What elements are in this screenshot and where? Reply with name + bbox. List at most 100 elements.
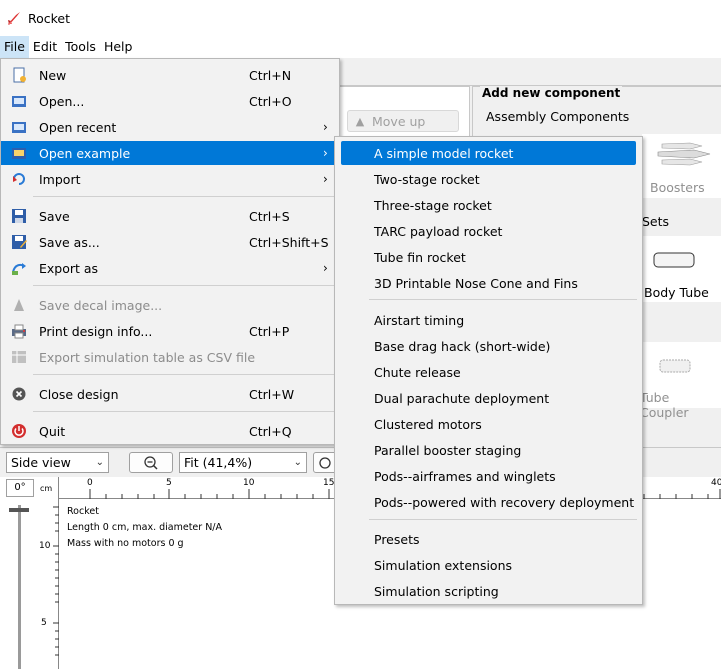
new-file-icon bbox=[13, 67, 26, 83]
example-item[interactable]: Three-stage rocket bbox=[341, 193, 636, 217]
open-example-submenu: A simple model rocket Two-stage rocket T… bbox=[334, 136, 643, 605]
design-mass: Mass with no motors 0 g bbox=[67, 538, 184, 549]
menu-help[interactable]: Help bbox=[100, 36, 137, 58]
export-icon bbox=[12, 263, 26, 275]
menu-file[interactable]: File bbox=[0, 36, 29, 58]
quit-icon bbox=[12, 424, 26, 438]
menu-item-import[interactable]: Import › bbox=[1, 167, 339, 191]
hruler-tick-label: 10 bbox=[243, 478, 255, 488]
open-folder-icon bbox=[12, 96, 26, 107]
example-item[interactable]: Simulation extensions bbox=[341, 553, 636, 577]
zoom-out-icon bbox=[144, 455, 158, 470]
title-bar: Rocket bbox=[0, 0, 721, 36]
hruler-tick-label: 40 bbox=[711, 478, 721, 488]
open-example-icon bbox=[12, 148, 26, 159]
hruler-tick-label: 0 bbox=[87, 478, 93, 488]
menu-item-save-as[interactable]: Save as... Ctrl+Shift+S bbox=[1, 230, 339, 254]
example-item[interactable]: Airstart timing bbox=[341, 308, 636, 332]
menu-item-export-as[interactable]: Export as › bbox=[1, 256, 339, 280]
boosters-icon bbox=[657, 142, 711, 166]
menu-item-new[interactable]: New Ctrl+N bbox=[1, 63, 339, 87]
menu-item-save[interactable]: Save Ctrl+S bbox=[1, 204, 339, 228]
body-tube-icon bbox=[653, 252, 695, 268]
menu-item-open-recent[interactable]: Open recent › bbox=[1, 115, 339, 139]
chevron-right-icon: › bbox=[323, 172, 328, 186]
save-icon bbox=[12, 209, 26, 223]
hruler-tick-label: 5 bbox=[166, 478, 172, 488]
menu-item-quit[interactable]: Quit Ctrl+Q bbox=[1, 419, 339, 443]
tab-strip bbox=[338, 58, 721, 86]
add-component-title: Add new component bbox=[480, 86, 623, 100]
example-item[interactable]: Two-stage rocket bbox=[341, 167, 636, 191]
import-icon bbox=[13, 173, 25, 185]
example-item[interactable]: 3D Printable Nose Cone and Fins bbox=[341, 271, 636, 295]
tube-coupler-icon bbox=[659, 359, 691, 373]
zoom-out-button[interactable] bbox=[129, 452, 173, 473]
example-item[interactable]: Pods--airframes and winglets bbox=[341, 464, 636, 488]
zoom-value: Fit (41,4%) bbox=[184, 455, 253, 470]
boosters-label: Boosters bbox=[650, 180, 705, 195]
example-item[interactable]: A simple model rocket bbox=[341, 141, 636, 165]
angle-readout: 0° bbox=[6, 479, 34, 497]
vruler-tick-label: 10 bbox=[39, 541, 51, 551]
menu-separator bbox=[33, 411, 337, 412]
window-title: Rocket bbox=[28, 10, 71, 26]
table-icon bbox=[12, 351, 26, 363]
vruler-tick-label: 5 bbox=[41, 618, 47, 628]
unit-label: cm bbox=[40, 484, 53, 493]
example-item[interactable]: Presets bbox=[341, 527, 636, 551]
assembly-components-label: Assembly Components bbox=[486, 109, 630, 124]
menu-item-export-csv[interactable]: Export simulation table as CSV file bbox=[1, 345, 339, 369]
move-up-label: Move up bbox=[372, 113, 426, 129]
chevron-right-icon: › bbox=[323, 146, 328, 160]
vertical-ruler: 10 5 bbox=[37, 477, 59, 669]
menu-item-print-design-info[interactable]: Print design info... Ctrl+P bbox=[1, 319, 339, 343]
example-item[interactable]: Parallel booster staging bbox=[341, 438, 636, 462]
example-item[interactable]: Tube fin rocket bbox=[341, 245, 636, 269]
tube-coupler-label: Tube Coupler bbox=[640, 390, 689, 420]
zoom-select[interactable]: Fit (41,4%) ⌄ bbox=[179, 452, 307, 473]
view-type-select[interactable]: Side view ⌄ bbox=[6, 452, 109, 473]
print-icon bbox=[12, 324, 26, 339]
body-tube-label: Body Tube bbox=[644, 285, 709, 300]
menu-bar: File Edit Tools Help bbox=[0, 36, 721, 58]
example-item[interactable]: Base drag hack (short-wide) bbox=[341, 334, 636, 358]
view-type-value: Side view bbox=[11, 455, 71, 470]
file-menu: New Ctrl+N Open... Ctrl+O Open recent › … bbox=[0, 58, 340, 445]
menu-item-close-design[interactable]: Close design Ctrl+W bbox=[1, 382, 339, 406]
menu-separator bbox=[33, 285, 337, 286]
menu-item-open-example[interactable]: Open example › bbox=[1, 141, 339, 165]
close-design-icon bbox=[12, 387, 26, 401]
example-item[interactable]: TARC payload rocket bbox=[341, 219, 636, 243]
open-recent-icon bbox=[12, 122, 26, 133]
arrow-up-icon: ▲ bbox=[355, 114, 365, 128]
design-length: Length 0 cm, max. diameter N/A bbox=[67, 522, 222, 533]
move-up-button[interactable]: ▲ Move up bbox=[347, 110, 459, 132]
menu-separator bbox=[33, 196, 337, 197]
menu-tools[interactable]: Tools bbox=[61, 36, 100, 58]
example-item[interactable]: Chute release bbox=[341, 360, 636, 384]
chevron-right-icon: › bbox=[323, 261, 328, 275]
rocket-icon bbox=[8, 12, 20, 25]
menu-item-open[interactable]: Open... Ctrl+O bbox=[1, 89, 339, 113]
decal-icon bbox=[14, 299, 24, 311]
rotation-slider[interactable] bbox=[18, 505, 21, 669]
menu-item-save-decal[interactable]: Save decal image... bbox=[1, 293, 339, 317]
example-item[interactable]: Clustered motors bbox=[341, 412, 636, 436]
example-item[interactable]: Simulation scripting bbox=[341, 579, 636, 603]
chevron-down-icon: ⌄ bbox=[95, 457, 104, 468]
design-name: Rocket bbox=[67, 506, 99, 517]
save-as-icon bbox=[12, 235, 27, 249]
sets-label: Sets bbox=[642, 214, 670, 229]
example-item[interactable]: Dual parachute deployment bbox=[341, 386, 636, 410]
example-item[interactable]: Pods--powered with recovery deployment bbox=[341, 490, 636, 514]
menu-edit[interactable]: Edit bbox=[29, 36, 61, 58]
hruler-tick-label: 15 bbox=[323, 478, 335, 488]
menu-separator bbox=[33, 374, 337, 375]
menu-separator bbox=[369, 299, 637, 300]
rotation-slider-knob[interactable] bbox=[9, 508, 29, 512]
chevron-right-icon: › bbox=[323, 120, 328, 134]
zoom-in-icon bbox=[319, 456, 331, 469]
menu-separator bbox=[369, 519, 637, 520]
chevron-down-icon: ⌄ bbox=[293, 457, 302, 468]
